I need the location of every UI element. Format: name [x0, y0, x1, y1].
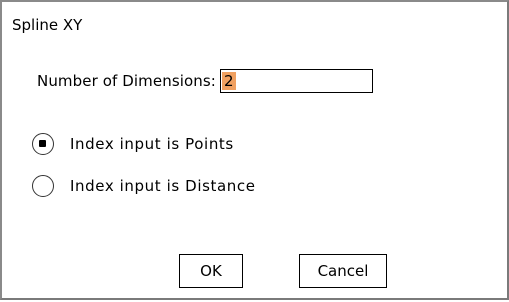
option-distance[interactable]: Index input is Distance — [32, 175, 256, 197]
distance-label: Index input is Distance — [70, 177, 256, 195]
option-points[interactable]: Index input is Points — [32, 133, 234, 155]
points-radio[interactable] — [32, 133, 54, 155]
dimensions-label: Number of Dimensions: — [37, 72, 216, 90]
dimensions-input[interactable]: 2 — [219, 69, 373, 93]
dialog-title: Spline XY — [12, 16, 83, 34]
dimensions-row: Number of Dimensions: 2 — [37, 69, 373, 93]
distance-radio[interactable] — [32, 175, 54, 197]
dimensions-value: 2 — [221, 72, 236, 90]
ok-button[interactable]: OK — [179, 254, 243, 288]
spline-xy-dialog: Spline XY Number of Dimensions: 2 Index … — [0, 0, 509, 300]
points-label: Index input is Points — [70, 135, 234, 153]
cancel-button[interactable]: Cancel — [299, 254, 387, 288]
